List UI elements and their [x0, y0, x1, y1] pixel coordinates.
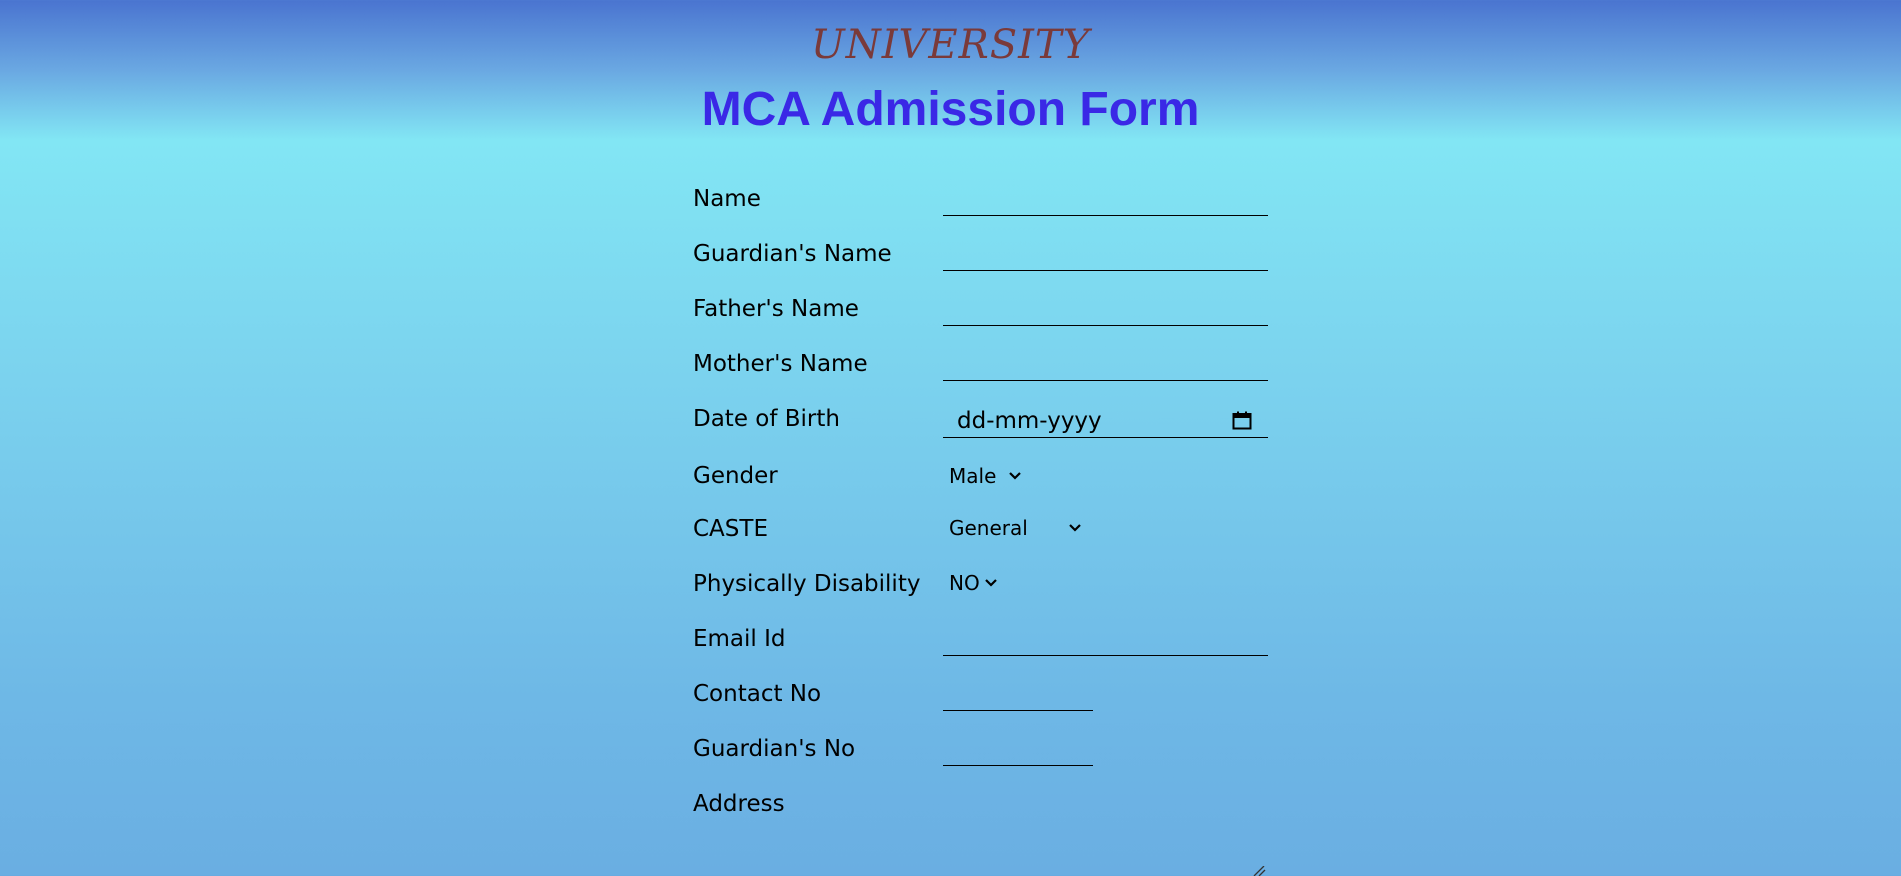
- mother-name-input[interactable]: [943, 345, 1268, 381]
- disability-select[interactable]: NO: [943, 566, 998, 600]
- admission-form: Name Guardian's Name Father's Name Mothe…: [693, 178, 1273, 838]
- caste-row: CASTE General: [693, 508, 1273, 563]
- mother-name-label: Mother's Name: [693, 351, 868, 377]
- name-row: Name: [693, 178, 1273, 233]
- guardian-no-input[interactable]: [943, 730, 1093, 766]
- gender-row: Gender Male: [693, 453, 1273, 508]
- contact-label: Contact No: [693, 681, 822, 707]
- university-logo-text: UNIVERSITY: [810, 22, 1090, 68]
- disability-label: Physically Disability: [693, 571, 921, 597]
- address-textarea[interactable]: [693, 843, 1268, 876]
- email-input[interactable]: [943, 620, 1268, 656]
- caste-selected-value: General: [949, 516, 1028, 540]
- name-input[interactable]: [943, 180, 1268, 216]
- father-name-row: Father's Name: [693, 288, 1273, 343]
- dob-placeholder: dd-mm-yyyy: [957, 408, 1102, 434]
- guardian-name-input[interactable]: [943, 235, 1268, 271]
- father-name-label: Father's Name: [693, 296, 859, 322]
- dob-label: Date of Birth: [693, 406, 840, 432]
- dob-row: Date of Birth dd-mm-yyyy: [693, 398, 1273, 453]
- contact-input[interactable]: [943, 675, 1093, 711]
- guardian-no-label: Guardian's No: [693, 736, 856, 762]
- dob-date-input[interactable]: dd-mm-yyyy: [943, 400, 1268, 438]
- contact-row: Contact No: [693, 673, 1273, 728]
- resize-grip-icon[interactable]: [1252, 866, 1266, 876]
- chevron-down-icon: [1069, 524, 1081, 532]
- email-row: Email Id: [693, 618, 1273, 673]
- caste-label: CASTE: [693, 516, 768, 542]
- gender-selected-value: Male: [949, 464, 997, 488]
- guardian-name-label: Guardian's Name: [693, 241, 892, 267]
- caste-select[interactable]: General: [943, 511, 1082, 545]
- email-label: Email Id: [693, 626, 786, 652]
- guardian-name-row: Guardian's Name: [693, 233, 1273, 288]
- address-label: Address: [693, 791, 785, 817]
- disability-selected-value: NO: [949, 571, 980, 595]
- chevron-down-icon: [984, 579, 997, 587]
- guardian-no-row: Guardian's No: [693, 728, 1273, 783]
- calendar-icon[interactable]: [1232, 411, 1252, 430]
- name-label: Name: [693, 186, 761, 212]
- page-title: MCA Admission Form: [701, 83, 1200, 136]
- address-row: Address: [693, 783, 1273, 838]
- gender-label: Gender: [693, 463, 778, 489]
- chevron-down-icon: [1009, 472, 1022, 480]
- disability-row: Physically Disability NO: [693, 563, 1273, 618]
- mother-name-row: Mother's Name: [693, 343, 1273, 398]
- father-name-input[interactable]: [943, 290, 1268, 326]
- gender-select[interactable]: Male: [943, 459, 1022, 493]
